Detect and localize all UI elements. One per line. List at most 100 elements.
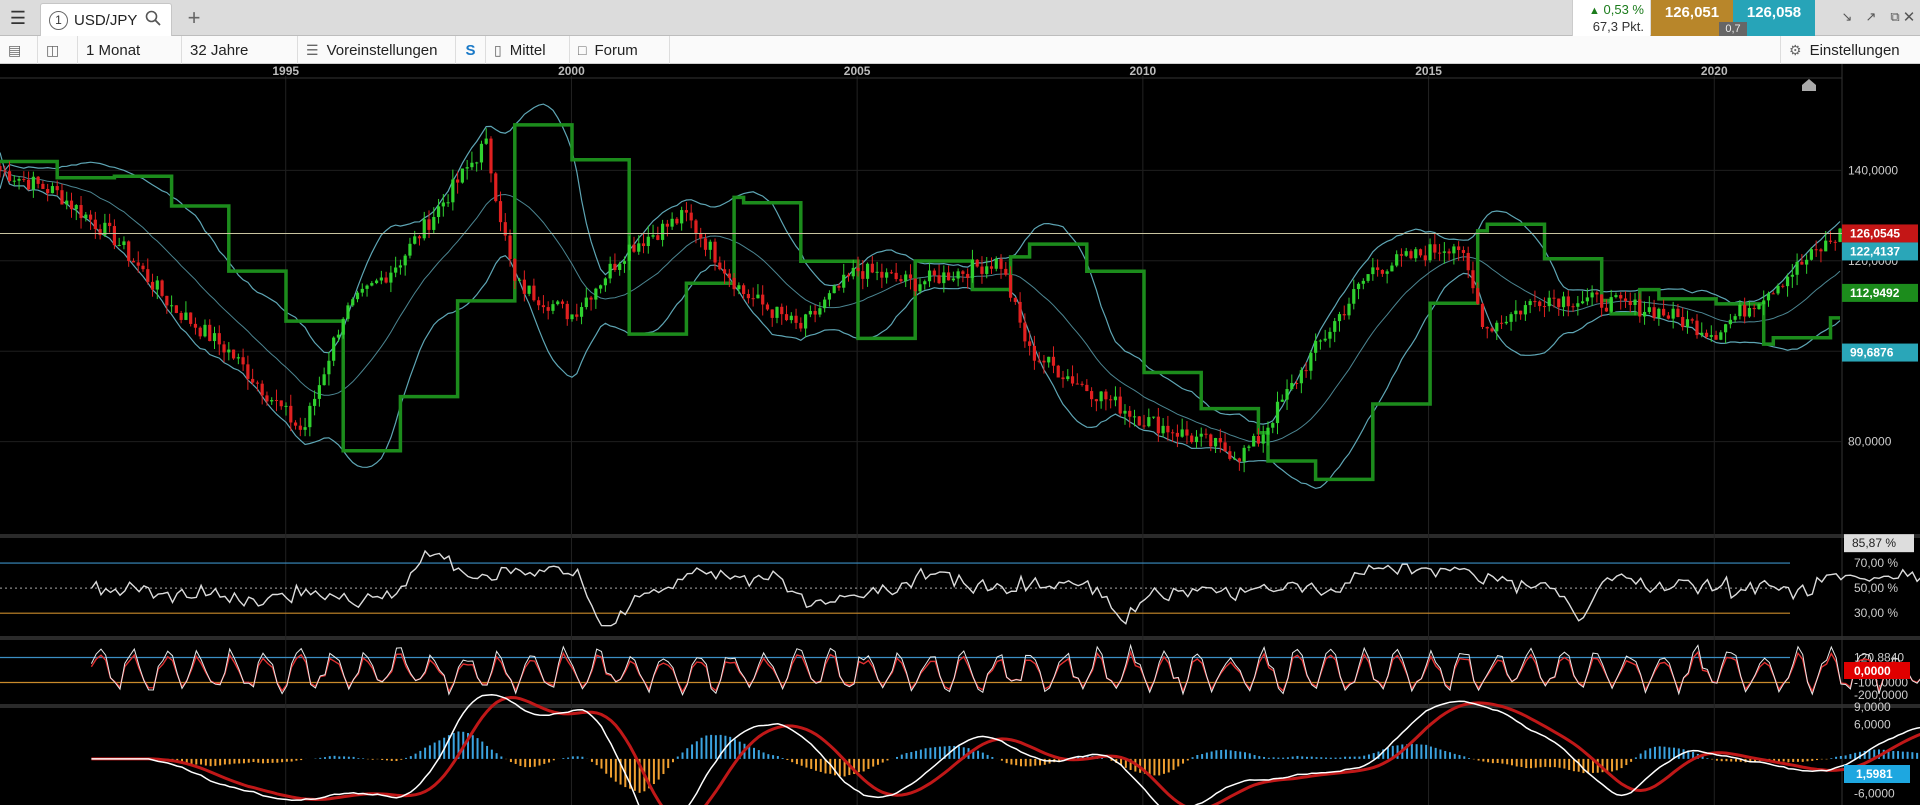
- candle-body: [1743, 304, 1747, 317]
- candle-body: [861, 271, 865, 279]
- macd-histogram-bar: [1668, 747, 1671, 759]
- macd-histogram-bar: [271, 758, 274, 763]
- macd-histogram-bar: [1425, 744, 1428, 759]
- candle-body: [1638, 299, 1642, 317]
- candle-body: [355, 292, 360, 300]
- range-select[interactable]: 32 Jahre: [182, 36, 298, 64]
- candle-body: [341, 318, 345, 335]
- chart-type-button[interactable]: ▯ Mittel: [486, 36, 570, 64]
- macd-histogram-bar: [1706, 758, 1709, 759]
- chart-area[interactable]: 1995 2000 2005 2010 2015 2020 140,0000 120,0000…: [0, 64, 1920, 805]
- presets-button[interactable]: ☰ Voreinstellungen: [298, 36, 456, 64]
- candle-body: [1309, 352, 1313, 371]
- tab-usd-jpy[interactable]: 1 USD/JPY: [40, 3, 172, 36]
- candle-body: [1161, 425, 1165, 434]
- hamburger-icon[interactable]: ☰: [0, 0, 36, 36]
- candle-body: [351, 299, 355, 306]
- macd-histogram-bar: [1415, 744, 1418, 759]
- candle-body: [761, 294, 765, 305]
- candle-body: [403, 255, 407, 266]
- macd-histogram-bar: [733, 739, 736, 759]
- candle-body: [632, 244, 636, 252]
- candle-body: [770, 309, 774, 318]
- candle-body: [1614, 295, 1618, 298]
- macd-histogram-bar: [729, 736, 732, 759]
- candle-body: [1285, 389, 1289, 400]
- candle-body: [1252, 435, 1256, 447]
- candle-body: [865, 263, 870, 279]
- candle-body: [422, 219, 426, 239]
- candle-body: [684, 210, 689, 213]
- candle-body: [1723, 324, 1728, 333]
- candle-body: [1414, 249, 1418, 259]
- candle-body: [332, 337, 336, 361]
- candle-body: [1213, 437, 1218, 447]
- candle-body: [627, 244, 631, 262]
- macd-histogram-bar: [776, 756, 779, 759]
- expand-icon[interactable]: ↗: [1860, 6, 1882, 28]
- forum-button[interactable]: □ Forum: [570, 36, 670, 64]
- macd-histogram-bar: [548, 758, 551, 763]
- macd-histogram-bar: [762, 752, 765, 759]
- macd-histogram-bar: [862, 758, 865, 772]
- candle-body: [1418, 249, 1423, 256]
- candle-body: [1795, 261, 1799, 275]
- macd-histogram-bar: [328, 756, 331, 759]
- candle-body: [742, 285, 746, 295]
- macd-histogram-bar: [490, 749, 493, 759]
- macd-histogram-bar: [1329, 757, 1332, 759]
- candle-body: [1604, 307, 1609, 312]
- candle-body: [1261, 434, 1265, 444]
- search-icon[interactable]: [145, 10, 161, 30]
- candle-body: [985, 266, 989, 274]
- candle-body: [1061, 377, 1065, 380]
- candle-body: [55, 186, 59, 191]
- macd-histogram-bar: [414, 753, 417, 759]
- macd-histogram-bar: [300, 758, 303, 761]
- s-button[interactable]: S: [456, 36, 486, 64]
- macd-histogram-bar: [590, 758, 593, 762]
- macd-histogram-bar: [1029, 758, 1032, 767]
- candle-body: [1571, 306, 1575, 308]
- candle-body: [413, 236, 417, 244]
- candle-body: [718, 262, 722, 270]
- candle-body: [131, 260, 136, 263]
- candle-body: [1828, 240, 1833, 242]
- candle-body: [374, 280, 379, 284]
- candle-body: [637, 243, 641, 252]
- rsi-tick-label: 50,00 %: [1854, 581, 1898, 595]
- candle-body: [336, 334, 341, 338]
- macd-histogram-bar: [1806, 758, 1809, 762]
- compress-icon[interactable]: ↘: [1836, 6, 1858, 28]
- period-select[interactable]: 1 Monat: [78, 36, 182, 64]
- macd-histogram-bar: [819, 758, 822, 772]
- macd-tick-label: 6,0000: [1854, 717, 1891, 731]
- candle-body: [1209, 434, 1213, 447]
- macd-histogram-bar: [471, 735, 474, 759]
- candle-body: [622, 261, 627, 264]
- candle-body: [212, 333, 217, 342]
- macd-histogram-bar: [1730, 758, 1733, 762]
- add-tab-button[interactable]: +: [180, 4, 208, 32]
- settings-button[interactable]: ⚙ Einstellungen: [1780, 36, 1920, 64]
- candle-body: [846, 274, 851, 277]
- layout-icon[interactable]: ◫: [38, 36, 78, 64]
- candle-body: [1805, 259, 1809, 265]
- candle-body: [198, 327, 202, 337]
- macd-histogram-bar: [1501, 758, 1504, 764]
- chart-svg[interactable]: 1995 2000 2005 2010 2015 2020140,0000120,0000…: [0, 64, 1920, 805]
- macd-histogram-bar: [1282, 757, 1285, 759]
- macd-histogram-bar: [1301, 756, 1304, 759]
- macd-histogram-bar: [333, 755, 336, 759]
- candle-body: [694, 220, 698, 234]
- list-icon[interactable]: ▤: [0, 36, 38, 64]
- macd-histogram-bar: [695, 741, 698, 759]
- close-icon[interactable]: ✕: [1898, 6, 1920, 28]
- bollinger-lower-line: [0, 169, 1841, 490]
- candle-body: [1776, 285, 1780, 294]
- candle-body: [489, 138, 493, 174]
- candle-body: [775, 306, 779, 318]
- candle-body: [1299, 370, 1303, 384]
- macd-histogram-bar: [1649, 748, 1652, 759]
- candle-body: [1695, 320, 1699, 336]
